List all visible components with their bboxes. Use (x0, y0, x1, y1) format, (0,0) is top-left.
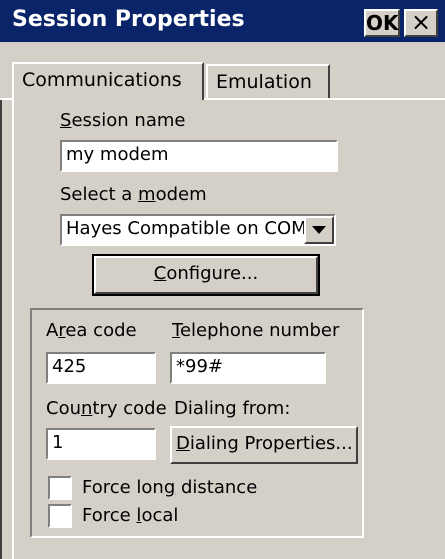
dialing-properties-button[interactable]: Dialing Properties... (170, 426, 358, 464)
window-title: Session Properties (12, 7, 245, 32)
country-code-label: Country code (46, 398, 167, 419)
tab-communications-label: Communications (22, 69, 182, 91)
force-long-distance-checkbox[interactable] (48, 476, 72, 500)
configure-button[interactable]: Configure... (94, 256, 318, 294)
area-code-label: Area code (46, 320, 137, 341)
ok-button[interactable]: OK (364, 9, 400, 37)
country-code-field[interactable]: 1 (46, 428, 156, 460)
dialing-from-label: Dialing from: (174, 398, 291, 419)
panel-top-edge (204, 98, 445, 100)
force-long-distance-label: Force long distance (82, 477, 258, 498)
force-local-checkbox[interactable] (48, 504, 72, 528)
chevron-down-icon (312, 226, 326, 234)
telephone-number-field[interactable]: *99# (170, 352, 326, 384)
session-properties-window: Session Properties OK × Communications E… (0, 0, 445, 559)
dialing-group (30, 308, 364, 538)
session-name-label: Session name (60, 110, 186, 131)
tab-emulation-label: Emulation (216, 71, 312, 93)
modem-dropdown-button[interactable] (304, 216, 334, 244)
select-modem-label: Select a modem (60, 184, 207, 205)
close-icon: × (410, 8, 432, 36)
telephone-number-label: Telephone number (172, 320, 340, 341)
tab-emulation[interactable]: Emulation (206, 64, 330, 98)
close-button[interactable]: × (404, 9, 438, 37)
tab-communications[interactable]: Communications (12, 62, 204, 100)
panel-outer-left-edge (0, 100, 2, 559)
modem-select-value: Hayes Compatible on COM1: (66, 218, 325, 239)
area-code-field[interactable]: 425 (46, 352, 156, 384)
panel-left-edge (12, 98, 14, 559)
modem-select[interactable]: Hayes Compatible on COM1: (60, 214, 336, 246)
session-name-field[interactable]: my modem (60, 140, 338, 172)
title-bar: Session Properties OK × (0, 0, 445, 42)
force-local-label: Force local (82, 505, 179, 526)
